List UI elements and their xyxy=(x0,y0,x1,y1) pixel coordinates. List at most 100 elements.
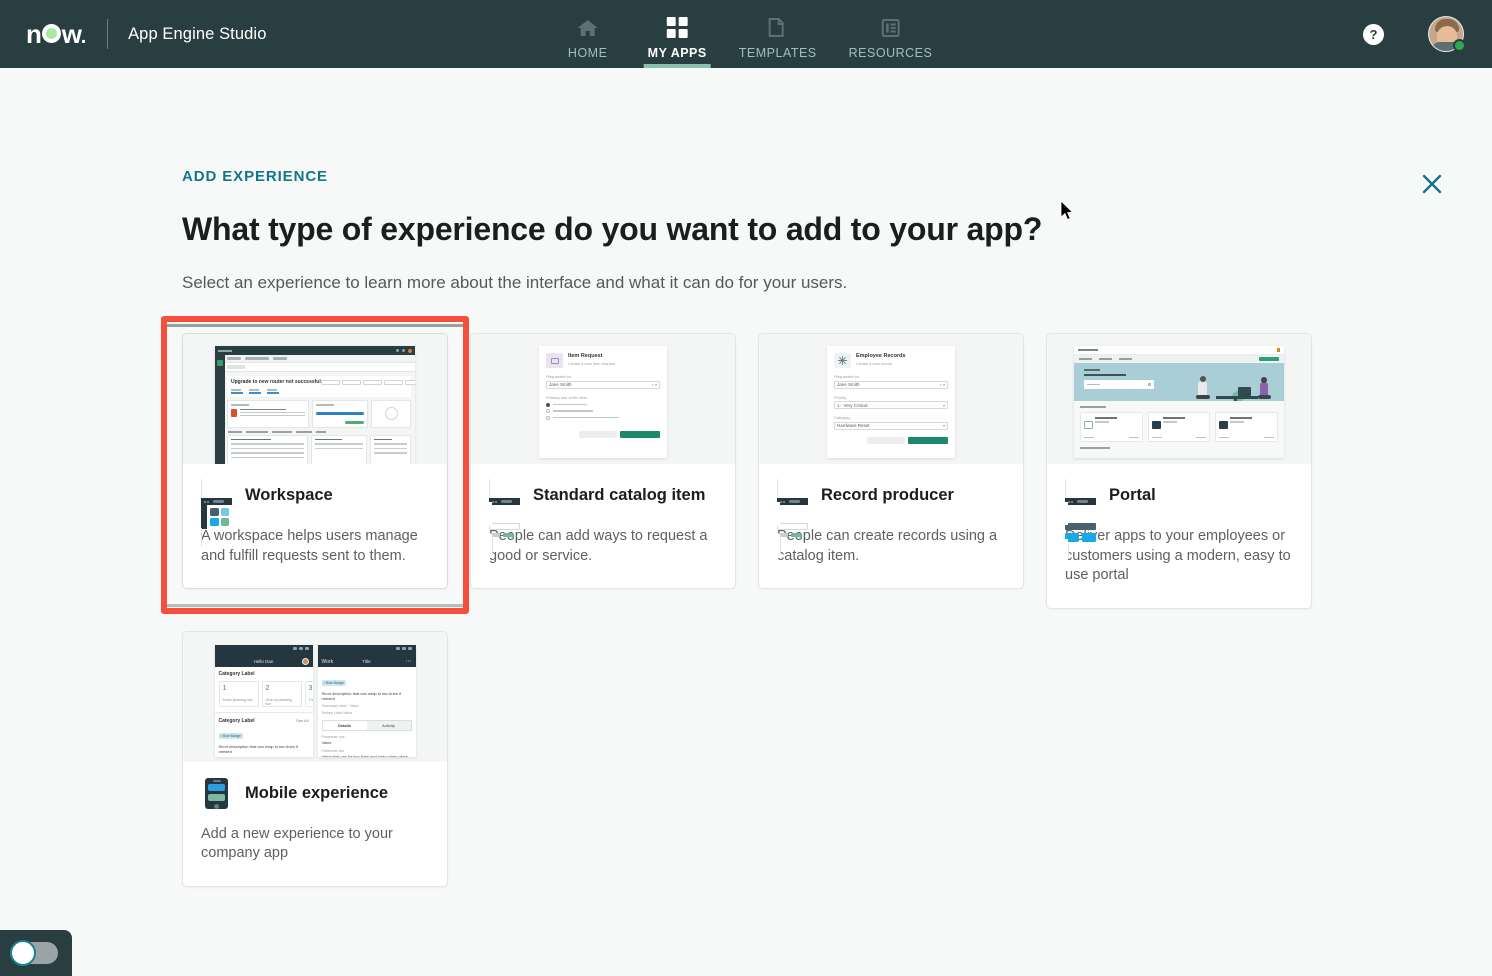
card-title-mobile-experience: Mobile experience xyxy=(245,783,389,802)
nav-tab-home[interactable]: HOME xyxy=(544,0,632,68)
product-title: App Engine Studio xyxy=(128,24,267,43)
card-title-standard-catalog-item: Standard catalog item xyxy=(533,486,706,504)
page-title: What type of experience do you want to a… xyxy=(182,200,1074,248)
workspace-record-title: Upgrade to new router not successful xyxy=(231,379,321,385)
modal-subtitle: Select an experience to learn more about… xyxy=(182,273,848,292)
portal-hero-line xyxy=(1084,373,1126,376)
card-thumbnail-portal xyxy=(1047,334,1311,464)
online-status-dot xyxy=(1453,39,1466,52)
nav-tab-home-label: HOME xyxy=(567,46,608,60)
record-form-title: Employee Records xyxy=(856,353,906,359)
close-icon[interactable] xyxy=(1414,166,1450,202)
record-field2-label: Priority xyxy=(834,394,847,400)
mobile-right-badge: • Blue Badge xyxy=(321,679,346,686)
nav-tab-my-apps[interactable]: MY APPS xyxy=(632,0,723,68)
card-title-record-producer: Record producer xyxy=(821,486,954,504)
card-body-workspace: Workspace A workspace helps users manage… xyxy=(183,464,447,588)
mouse-cursor-icon xyxy=(1060,193,1076,230)
mobile-back-label: Work xyxy=(321,658,334,665)
card-thumbnail-workspace: Upgrade to new router not successful xyxy=(183,334,447,464)
card-body-standard-catalog-item: Standard catalog item People can add way… xyxy=(471,464,735,588)
form-icon xyxy=(777,479,808,558)
card-description-mobile-experience: Add a new experience to your company app xyxy=(201,825,393,862)
experience-card-workspace[interactable]: Upgrade to new router not successful Wor… xyxy=(182,333,448,590)
nav-tab-my-apps-label: MY APPS xyxy=(647,46,707,60)
experience-card-standard-catalog-item[interactable]: Item Request Create a new item request R… xyxy=(470,333,736,590)
bottom-toggle-panel xyxy=(0,930,72,976)
mobile-tile-number: 1 xyxy=(222,684,227,692)
card-description-record-producer: People can create records using a catalo… xyxy=(777,528,998,564)
mobile-right-tertiary: Tertiary Label Value xyxy=(321,711,353,716)
catalog-form-title: Item Request xyxy=(568,353,603,359)
catalog-submit-button xyxy=(620,430,660,438)
grid-icon xyxy=(666,16,688,40)
templates-icon xyxy=(767,16,789,40)
portal-icon xyxy=(1065,479,1096,562)
modal-eyebrow: ADD EXPERIENCE xyxy=(182,168,328,185)
brand: nw. App Engine Studio xyxy=(0,19,266,49)
help-icon[interactable]: ? xyxy=(1363,23,1384,45)
main-nav: HOME MY APPS TEMPLATES RESOURCES xyxy=(544,0,949,68)
catalog-group-label: Primary use of the item xyxy=(546,394,588,400)
add-experience-modal: ADD EXPERIENCE What type of experience d… xyxy=(0,68,1492,976)
catalog-form-subtitle: Create a new item request xyxy=(568,361,615,366)
mobile-tile-number: 3 xyxy=(308,684,313,692)
record-field1-label: Requested for xyxy=(834,374,860,379)
mobile-tile-label: Three xyxy=(308,697,313,702)
avatar[interactable] xyxy=(1428,16,1466,52)
page-title-text: What type of experience do you want to a… xyxy=(182,211,1043,247)
record-field3-value: Hardware Reset xyxy=(837,423,870,428)
mobile-right-sub: Secondary label · Value xyxy=(321,704,359,709)
now-logo[interactable]: nw. xyxy=(26,21,86,47)
card-title-portal: Portal xyxy=(1109,486,1156,504)
nav-tab-templates[interactable]: TEMPLATES xyxy=(723,0,833,68)
experience-card-mobile-experience[interactable]: Hello Dan Category Label 1 Some pleasing… xyxy=(182,630,448,887)
record-field2-value: 1 - Very Critical xyxy=(837,402,868,408)
card-title-workspace: Workspace xyxy=(245,486,333,504)
card-body-mobile-experience: Mobile experience Add a new experience t… xyxy=(183,762,447,886)
mobile-field2-label: Parameter two xyxy=(321,749,345,754)
mobile-icon xyxy=(201,777,232,809)
card-slot-record-producer: Employee Records Create a new record Req… xyxy=(758,333,1024,609)
record-field1-value: Jane Smith xyxy=(837,382,860,387)
mobile-left-badge: • Blue Badge xyxy=(218,732,243,739)
mobile-left-desc: Short description that can wrap to two l… xyxy=(218,743,298,755)
mobile-tab-details: Details xyxy=(322,721,367,731)
card-slot-workspace: Upgrade to new router not successful Wor… xyxy=(161,316,469,614)
modal-content: ADD EXPERIENCE What type of experience d… xyxy=(0,68,1492,887)
card-thumbnail-standard-catalog-item: Item Request Create a new item request R… xyxy=(471,334,735,464)
preview-mode-toggle[interactable] xyxy=(10,940,58,966)
card-slot-mobile-experience: Hello Dan Category Label 1 Some pleasing… xyxy=(182,630,448,887)
mobile-tile-label: Give up pleasing two xyxy=(265,697,292,706)
experience-card-grid: Upgrade to new router not successful Wor… xyxy=(161,316,1312,887)
card-description-workspace: A workspace helps users manage and fulfi… xyxy=(201,528,418,564)
resources-icon xyxy=(879,16,901,40)
catalog-field-value: Jane Smith xyxy=(549,382,572,387)
card-body-portal: Portal Deliver apps to your employees or… xyxy=(1047,464,1311,608)
card-slot-standard-catalog-item: Item Request Create a new item request R… xyxy=(470,333,736,609)
nav-tab-templates-label: TEMPLATES xyxy=(738,46,817,60)
mobile-left-greeting: Hello Dan xyxy=(253,659,274,665)
brand-divider xyxy=(107,19,109,49)
nav-tab-resources-label: RESOURCES xyxy=(848,46,933,60)
mobile-tile-label: Some pleasing one xyxy=(222,697,253,702)
workspace-icon xyxy=(201,479,232,547)
nav-tab-resources[interactable]: RESOURCES xyxy=(833,0,949,68)
record-cancel-button xyxy=(867,436,905,444)
mobile-right-desc: Short description that can wrap to two l… xyxy=(321,690,401,702)
mobile-field2-value: Value that can be two lines and wrap whe… xyxy=(322,754,412,756)
experience-card-portal[interactable]: Portal Deliver apps to your employees or… xyxy=(1046,333,1312,609)
portal-hero-greeting xyxy=(1084,369,1100,371)
mobile-right-title: Title xyxy=(362,659,371,665)
card-description-standard-catalog-item: People can add ways to request a good or… xyxy=(489,528,708,564)
card-slot-portal: Portal Deliver apps to your employees or… xyxy=(1046,333,1312,609)
home-icon xyxy=(577,16,599,40)
mobile-tile-number: 2 xyxy=(265,684,270,692)
card-thumbnail-mobile-experience: Hello Dan Category Label 1 Some pleasing… xyxy=(183,631,447,762)
header-actions: ? xyxy=(1363,16,1466,52)
experience-card-record-producer[interactable]: Employee Records Create a new record Req… xyxy=(758,333,1024,590)
form-icon xyxy=(489,479,520,558)
card-thumbnail-record-producer: Employee Records Create a new record Req… xyxy=(759,334,1023,464)
mobile-tab-activity: Activity xyxy=(366,721,411,731)
card-description-portal: Deliver apps to your employees or custom… xyxy=(1065,528,1291,584)
